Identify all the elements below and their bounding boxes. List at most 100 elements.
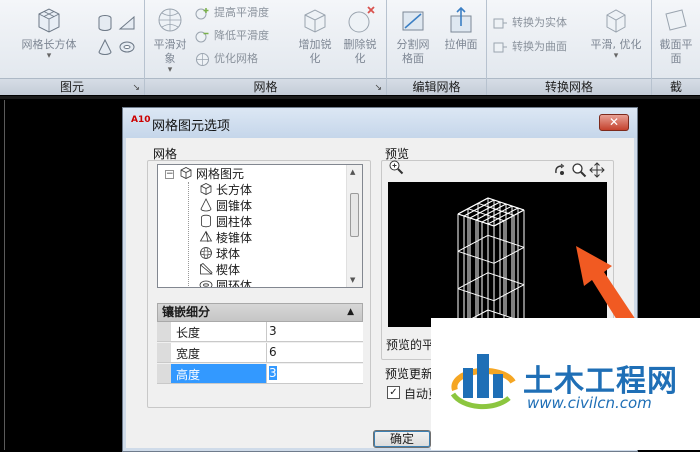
tree-item-torus[interactable]: 圆环体 <box>199 278 253 288</box>
tessellation-header[interactable]: 镶嵌细分 ▲ <box>157 303 363 322</box>
cylinder-icon <box>201 214 211 228</box>
property-gutter <box>157 364 171 383</box>
tree-item-label: 棱锥体 <box>216 231 253 245</box>
zoom-icon[interactable] <box>571 162 587 178</box>
close-button[interactable]: ✕ <box>599 114 629 131</box>
panel-label-section: 截 <box>652 78 700 95</box>
wedge-icon <box>200 262 213 275</box>
tree-item-label: 圆柱体 <box>216 215 253 229</box>
dialog-titlebar[interactable]: A10 网格图元选项 ✕ <box>123 108 637 138</box>
remove-crease-button[interactable]: 删除锐化 <box>340 4 380 66</box>
preview-caption: 预览的平 <box>386 338 435 352</box>
mesh-box-icon <box>38 8 60 33</box>
extrude-face-button[interactable]: 拉伸面 <box>441 4 481 52</box>
dialog-title: 网格图元选项 <box>152 119 231 134</box>
pan-icon[interactable] <box>589 162 605 178</box>
update-group-label: 预览更新 <box>385 367 434 381</box>
tree-item-sphere[interactable]: 球体 <box>199 246 240 262</box>
orbit-icon[interactable] <box>553 162 569 178</box>
property-row-width[interactable]: 宽度 6 <box>157 343 363 363</box>
split-face-button[interactable]: 分割网格面 <box>393 4 433 66</box>
smooth-object-button[interactable]: 平滑对象 ▾ <box>149 4 191 75</box>
mesh-cone-small-icon[interactable] <box>96 38 114 56</box>
smooth-more-icon <box>195 7 209 19</box>
tree-root[interactable]: 网格图元 <box>179 166 244 182</box>
ok-button[interactable]: 确定 <box>373 430 431 448</box>
box-icon <box>200 183 212 195</box>
tree-item-label: 圆环体 <box>216 279 253 288</box>
convert-solid-icon <box>493 18 507 28</box>
tree-item-label: 圆锥体 <box>216 199 253 213</box>
panel-launcher-icon[interactable]: ↘ <box>374 83 382 93</box>
section-plane-button[interactable]: 截面平面 <box>656 4 696 66</box>
property-row-length[interactable]: 长度 3 <box>157 322 363 342</box>
remove-crease-label: 删除锐化 <box>343 38 377 65</box>
panel-label-edit-mesh: 编辑网格 <box>387 78 486 95</box>
mesh-wedge-small-icon[interactable] <box>118 14 136 32</box>
width-value-field[interactable]: 6 <box>266 343 363 362</box>
workspace-edge <box>4 100 5 450</box>
pyramid-icon <box>199 230 213 243</box>
collapse-up-icon[interactable]: ▲ <box>347 304 354 321</box>
mesh-root-icon <box>180 167 192 179</box>
primitive-tree[interactable]: − 网格图元 长方体 圆锥体 圆柱体 棱锥体 球体 楔体 圆环体 ▲ ▼ <box>157 164 363 288</box>
smooth-more-button[interactable]: 提高平滑度 <box>195 4 269 22</box>
smooth-optimize-button[interactable]: 平滑, 优化 ▾ <box>587 4 645 61</box>
tree-line <box>188 182 189 287</box>
panel-primitives: 网格长方体 ▾ 图元 ↘ <box>0 0 145 95</box>
zoom-extents-icon[interactable] <box>388 159 404 175</box>
property-name: 长度 <box>176 326 201 340</box>
refine-mesh-button[interactable]: 优化网格 <box>195 50 258 68</box>
panel-convert-mesh: 转换为实体 转换为曲面 平滑, 优化 ▾ 转换网格 <box>487 0 652 95</box>
mesh-box-button[interactable]: 网格长方体 ▾ <box>14 4 84 61</box>
panel-edit-mesh: 分割网格面 拉伸面 编辑网格 <box>387 0 487 95</box>
mesh-box-label: 网格长方体 <box>21 38 77 51</box>
property-row-height[interactable]: 高度 3 <box>157 364 363 384</box>
sphere-icon <box>200 247 212 259</box>
tree-root-label: 网格图元 <box>196 167 245 181</box>
convert-surface-button[interactable]: 转换为曲面 <box>493 38 567 56</box>
tree-item-box[interactable]: 长方体 <box>199 182 252 198</box>
panel-label-mesh: 网格 <box>145 78 386 95</box>
panel-label-convert-mesh: 转换网格 <box>487 78 651 95</box>
tree-item-cylinder[interactable]: 圆柱体 <box>199 214 252 230</box>
tree-scrollbar[interactable]: ▲ ▼ <box>346 165 362 287</box>
watermark-url: www.civilcn.com <box>527 394 652 412</box>
panel-launcher-icon[interactable]: ↘ <box>132 83 140 93</box>
scroll-up-icon[interactable]: ▲ <box>350 168 355 176</box>
remove-crease-icon <box>348 6 375 33</box>
convert-solid-button[interactable]: 转换为实体 <box>493 14 567 32</box>
mesh-torus-small-icon[interactable] <box>118 38 136 56</box>
dropdown-arrow-icon: ▾ <box>613 51 619 61</box>
scroll-thumb[interactable] <box>350 193 359 237</box>
smooth-object-label: 平滑对象 <box>153 38 187 65</box>
tree-item-wedge[interactable]: 楔体 <box>199 262 240 278</box>
watermark: 土木工程网 www.civilcn.com <box>431 318 700 450</box>
tree-item-cone[interactable]: 圆锥体 <box>199 198 252 214</box>
length-value-field[interactable]: 3 <box>266 322 363 341</box>
ribbon: 网格长方体 ▾ 图元 ↘ 平滑对象 ▾ 提高平滑度 降低平滑度 优化网格 增加锐… <box>0 0 700 95</box>
tree-collapse-icon[interactable]: − <box>165 170 174 179</box>
dropdown-arrow-icon: ▾ <box>167 65 173 75</box>
property-gutter <box>157 343 171 362</box>
panel-section: 截面平面 截 <box>652 0 700 95</box>
wireframe-edge <box>493 246 525 264</box>
auto-update-checkbox[interactable]: ✓ <box>387 386 400 399</box>
smooth-optimize-label: 平滑, 优化 <box>590 38 642 51</box>
add-crease-icon <box>304 9 326 33</box>
scroll-down-icon[interactable]: ▼ <box>350 276 355 284</box>
tree-item-pyramid[interactable]: 棱锥体 <box>199 230 252 246</box>
height-value-field[interactable]: 3 <box>266 364 363 383</box>
workspace-border <box>0 96 700 99</box>
mesh-cylinder-small-icon[interactable] <box>96 14 114 32</box>
smooth-object-icon <box>158 8 182 32</box>
add-crease-button[interactable]: 增加锐化 <box>295 4 335 66</box>
property-name: 宽度 <box>176 347 201 361</box>
property-gutter <box>157 322 171 341</box>
extrude-face-icon <box>450 6 472 33</box>
refine-mesh-icon <box>196 52 209 66</box>
convert-surface-icon <box>493 42 507 52</box>
smooth-less-button[interactable]: 降低平滑度 <box>195 27 269 45</box>
dropdown-arrow-icon: ▾ <box>46 51 52 61</box>
split-face-label: 分割网格面 <box>396 38 430 65</box>
